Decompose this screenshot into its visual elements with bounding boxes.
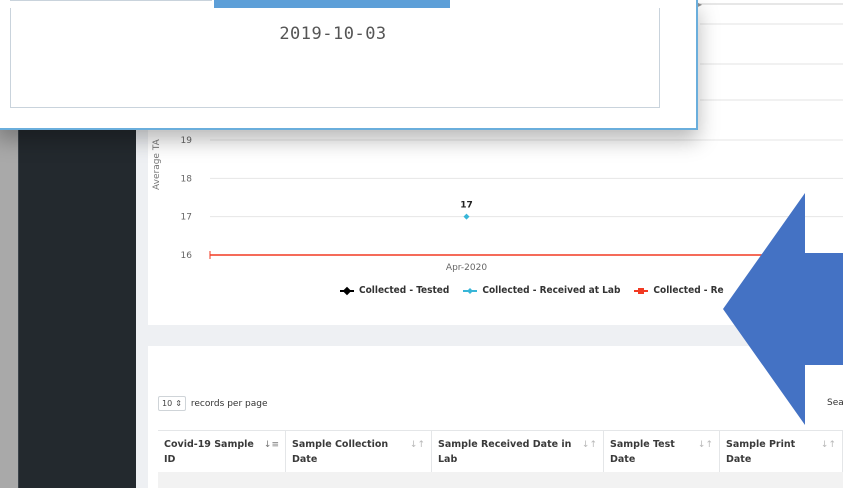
legend-item-collected-tested[interactable]: Collected - Tested: [340, 285, 449, 296]
y-tick-label: 17: [181, 213, 192, 223]
y-tick-label: 16: [181, 251, 193, 261]
y-tick-label: 19: [181, 136, 193, 146]
legend-label: Collected - Received at Lab: [482, 285, 621, 296]
popup-tab-border: [10, 0, 212, 1]
legend-label: Collected - Tested: [359, 285, 450, 296]
table-row[interactable]: [158, 472, 843, 488]
popup-active-tab[interactable]: [214, 0, 450, 8]
annotation-arrow: [723, 193, 843, 425]
sort-updown-icon: ⇕: [175, 399, 182, 408]
column-header-test-date[interactable]: Sample Test Date ↓↑: [604, 431, 720, 472]
popup-date-panel: [10, 8, 660, 108]
y-axis-title: Average TA: [152, 139, 162, 190]
sort-ascending-icon[interactable]: ↓≡: [264, 438, 279, 453]
sort-icon[interactable]: ↓↑: [582, 438, 597, 453]
legend-marker-black: [340, 286, 354, 295]
selected-date-value[interactable]: 2019-10-03: [0, 24, 668, 44]
y-tick-label: 18: [181, 174, 193, 184]
records-per-page: 10 ⇕ records per page: [158, 396, 267, 411]
legend-label: Collected - Re: [653, 285, 724, 296]
date-picker-popup[interactable]: 2019-10-03: [0, 0, 698, 130]
legend-marker-cyan: [463, 287, 478, 295]
x-tick-label: Apr-2020: [446, 263, 487, 273]
background-table-lines: [700, 3, 843, 101]
data-point-collected-received: [463, 213, 470, 220]
column-header-collection-date[interactable]: Sample Collection Date ↓↑: [286, 431, 432, 472]
sort-icon[interactable]: ↓↑: [821, 438, 836, 453]
legend-item-collected-re[interactable]: Collected - Re: [634, 285, 724, 296]
legend-item-collected-received[interactable]: Collected - Received at Lab: [463, 285, 620, 296]
sort-icon[interactable]: ↓↑: [410, 438, 425, 453]
caret-icon: ▸: [698, 0, 703, 9]
records-per-page-label: records per page: [190, 398, 268, 409]
column-header-label: Sample Received Date in Lab: [438, 439, 572, 465]
sort-icon[interactable]: ↓↑: [698, 438, 713, 453]
records-select-value: 10: [162, 399, 173, 408]
column-header-received-date[interactable]: Sample Received Date in Lab ↓↑: [432, 431, 604, 472]
column-header-sample-id[interactable]: Covid-19 Sample ID ↓≡: [158, 431, 286, 472]
column-header-label: Covid-19 Sample ID: [164, 439, 254, 465]
data-label-collected-received: 17: [460, 201, 473, 211]
chart-legend: Collected - Tested Collected - Received …: [340, 285, 724, 296]
column-header-label: Sample Print Date: [726, 439, 796, 465]
table-header: Covid-19 Sample ID ↓≡ Sample Collection …: [158, 430, 843, 472]
records-per-page-select[interactable]: 10 ⇕: [158, 396, 186, 411]
column-header-label: Sample Test Date: [610, 439, 675, 465]
column-header-print-date[interactable]: Sample Print Date ↓↑: [720, 431, 843, 472]
column-header-label: Sample Collection Date: [292, 439, 389, 465]
legend-marker-red: [634, 287, 649, 295]
